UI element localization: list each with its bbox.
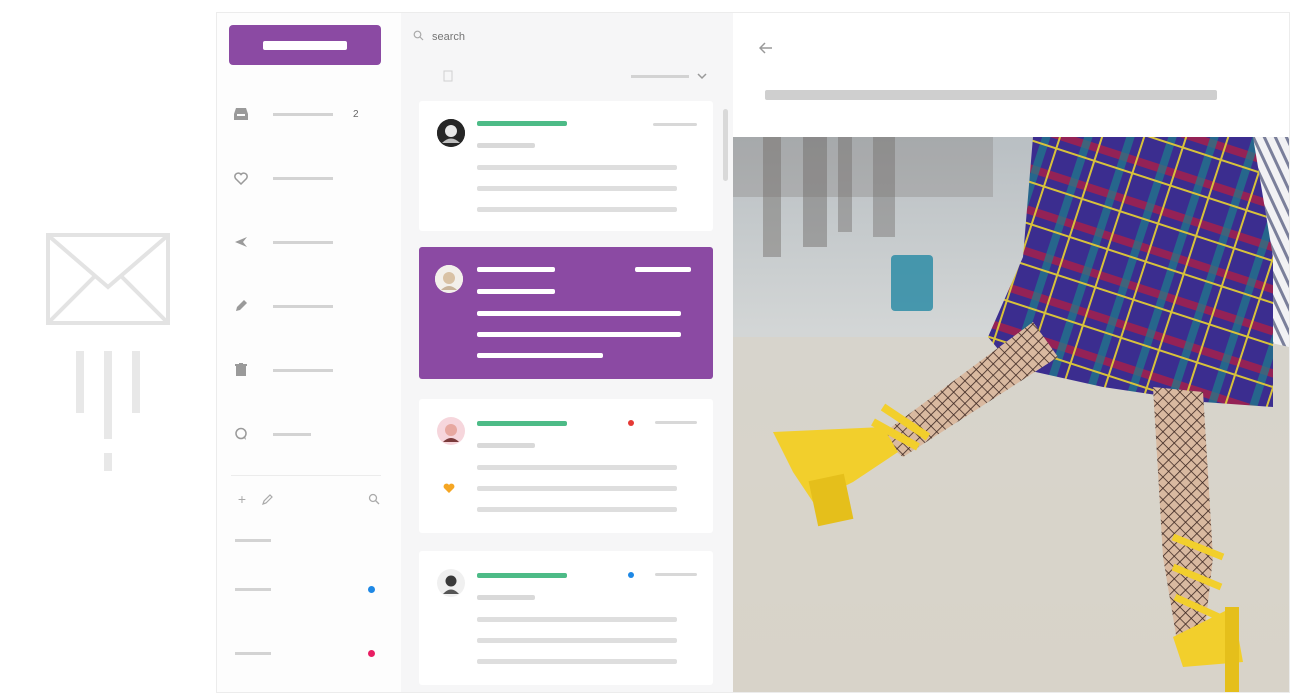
folder-item[interactable] — [235, 583, 375, 595]
inbox-icon — [231, 104, 251, 124]
trash-icon — [231, 360, 251, 380]
sidebar-item-label — [273, 432, 311, 436]
preview-line — [477, 353, 603, 358]
preview-line — [477, 617, 677, 622]
message-list-scrollbar[interactable] — [723, 109, 728, 181]
sidebar-item-label — [273, 304, 333, 308]
sidebar-item-sent[interactable] — [231, 227, 391, 257]
chat-icon — [231, 424, 251, 444]
preview-line — [477, 332, 681, 337]
message-date — [653, 123, 697, 126]
message-subject — [477, 443, 535, 448]
sender-avatar — [437, 417, 465, 445]
message-attachment-photo — [733, 137, 1289, 692]
chevron-down-icon — [697, 67, 707, 85]
compose-button[interactable] — [229, 25, 381, 65]
plus-icon[interactable]: + — [233, 490, 251, 508]
message-card[interactable] — [419, 399, 713, 533]
preview-line — [477, 638, 677, 643]
message-subject — [477, 143, 535, 148]
sidebar-item-label — [273, 112, 333, 116]
folder-label — [235, 587, 271, 591]
label-badge — [628, 572, 634, 578]
sender-name — [477, 573, 567, 578]
message-card[interactable] — [419, 101, 713, 231]
message-card[interactable] — [419, 551, 713, 685]
search-input[interactable] — [430, 30, 634, 44]
inbox-count: 2 — [353, 108, 359, 120]
message-reader — [733, 13, 1289, 692]
sender-name — [477, 267, 555, 272]
sidebar-item-chat[interactable] — [231, 419, 391, 449]
pencil-icon — [231, 296, 251, 316]
sort-label — [631, 74, 689, 78]
sender-avatar — [435, 265, 463, 293]
sidebar-item-favorites[interactable] — [231, 163, 391, 193]
message-card-selected[interactable] — [419, 247, 713, 379]
sender-name — [477, 121, 567, 126]
message-list — [401, 13, 734, 692]
message-subject — [477, 289, 555, 294]
pencil-icon[interactable] — [259, 490, 277, 508]
folder-color-dot — [368, 585, 375, 593]
preview-line — [477, 659, 677, 664]
sidebar-item-trash[interactable] — [231, 355, 391, 385]
sidebar-item-label — [273, 176, 333, 180]
sidebar-divider — [231, 475, 381, 476]
preview-line — [477, 311, 681, 316]
search-icon — [413, 30, 424, 44]
envelope-illustration — [46, 233, 170, 478]
folder-header — [235, 539, 271, 542]
message-subject-heading — [765, 90, 1217, 100]
folder-item[interactable] — [235, 647, 375, 659]
message-date — [655, 573, 697, 576]
folder-color-dot — [368, 649, 375, 657]
message-date — [635, 267, 691, 272]
sidebar: 2 + — [217, 13, 402, 692]
mail-app-window: 2 + search — [216, 12, 1290, 693]
preview-line — [477, 207, 677, 212]
compose-button-label — [263, 40, 347, 50]
message-subject — [477, 595, 535, 600]
folder-label — [235, 651, 271, 655]
message-date — [655, 421, 697, 424]
label-badge — [628, 420, 634, 426]
sidebar-toolbar: + — [233, 489, 383, 509]
sidebar-item-label — [273, 240, 333, 244]
sidebar-item-inbox[interactable]: 2 — [231, 99, 391, 129]
preview-line — [477, 165, 677, 170]
sender-name — [477, 421, 567, 426]
sidebar-item-label — [273, 368, 333, 372]
preview-line — [477, 507, 677, 512]
sidebar-item-drafts[interactable] — [231, 291, 391, 321]
preview-line — [477, 486, 677, 491]
back-arrow-icon[interactable] — [759, 39, 777, 57]
preview-line — [477, 465, 677, 470]
heart-icon[interactable] — [443, 481, 455, 499]
sender-avatar — [437, 119, 465, 147]
search-icon[interactable] — [365, 490, 383, 508]
sort-dropdown[interactable] — [631, 69, 711, 83]
select-all-checkbox[interactable] — [443, 69, 455, 83]
preview-line — [477, 186, 677, 191]
heart-icon — [231, 168, 251, 188]
send-icon — [231, 232, 251, 252]
sender-avatar — [437, 569, 465, 597]
search-bar[interactable] — [413, 27, 713, 47]
